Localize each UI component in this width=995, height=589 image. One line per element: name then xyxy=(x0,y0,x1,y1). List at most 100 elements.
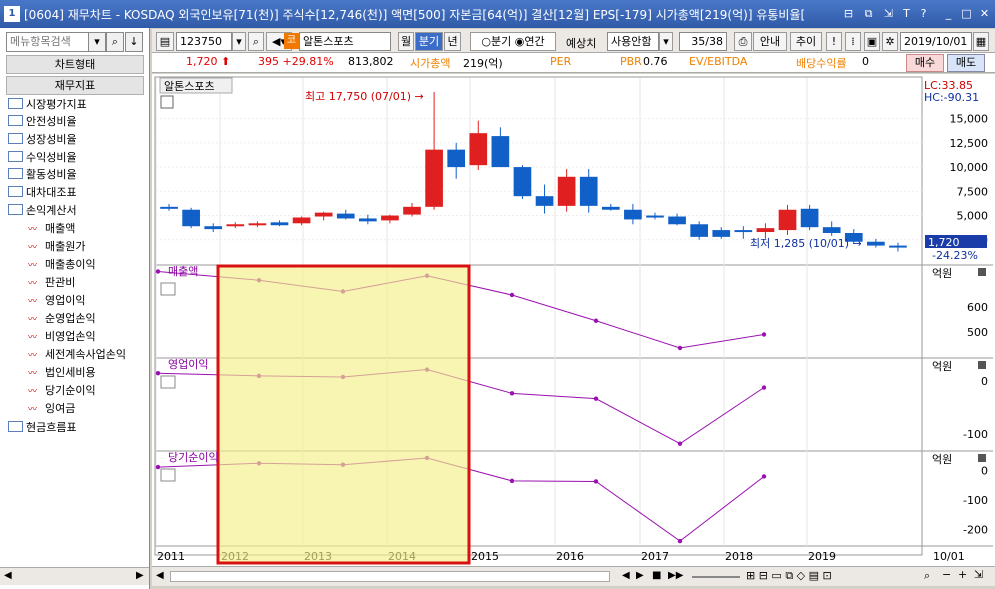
text-icon[interactable]: T xyxy=(898,6,915,22)
line-chart-icon: 〰 xyxy=(28,351,38,361)
bar-chart-icon[interactable] xyxy=(160,468,176,482)
gear-icon[interactable]: ✲ xyxy=(882,32,898,51)
chart-tools-icon[interactable]: ⊞ ⊟ ▭ ⧉ ◇ ▤ ⊡ xyxy=(746,569,832,583)
tree-leaf[interactable]: 〰 법인세비용 xyxy=(28,364,96,381)
print-icon[interactable]: ⎙ xyxy=(734,32,752,51)
forecast-select[interactable]: 사용안함 xyxy=(607,32,659,51)
chevron-down-icon[interactable]: ▾ xyxy=(88,32,106,52)
search-icon[interactable]: ⌕ xyxy=(248,32,264,51)
tree-leaf[interactable]: 〰 매출액 xyxy=(28,220,75,237)
panel-tick-label: 0 xyxy=(981,465,988,478)
period-quarter-button[interactable]: 분기 xyxy=(415,32,443,51)
panel-close-icon[interactable] xyxy=(978,361,986,369)
tree-leaf[interactable]: 〰 판관비 xyxy=(28,274,75,291)
price-tick-label: 12,500 xyxy=(950,137,989,150)
help-icon[interactable]: ? xyxy=(915,6,932,22)
folder-icon xyxy=(8,98,23,109)
tree-leaf[interactable]: 〰 매출총이익 xyxy=(28,256,96,273)
candle-body xyxy=(491,136,510,168)
tree-leaf[interactable]: 〰 영업이익 xyxy=(28,292,85,309)
mode-radio-group: ○분기 ◉연간 xyxy=(470,32,556,51)
expand-icon[interactable]: ⇲ xyxy=(880,6,897,22)
tree-leaf[interactable]: 〰 순영업손익 xyxy=(28,310,96,327)
fast-forward-icon[interactable]: ▶▶ xyxy=(668,570,683,581)
zoom-out-icon[interactable]: ⌕ xyxy=(924,569,930,583)
grip-icon[interactable]: ⁞ xyxy=(845,32,861,51)
sidebar-scrollbar[interactable]: ◀ ▶ xyxy=(0,567,149,585)
close-icon[interactable]: ✕ xyxy=(976,6,993,22)
radio-quarter[interactable]: ○분기 xyxy=(481,35,511,48)
calendar-icon[interactable]: ▦ xyxy=(973,32,989,51)
period-year-button[interactable]: 년 xyxy=(444,32,461,51)
tree-leaf[interactable]: 〰 세전계속사업손익 xyxy=(28,346,126,363)
financial-chart[interactable]: 20112012201320142015201620172018201915,0… xyxy=(152,74,995,566)
financial-index-tab[interactable]: 재무지표 xyxy=(6,76,144,95)
panel-tick-label: -200 xyxy=(963,523,988,536)
tree-leaf[interactable]: 〰 매출원가 xyxy=(28,238,85,255)
series-point xyxy=(761,474,767,479)
candle-body xyxy=(513,167,532,197)
date-input[interactable]: 2019/10/01 xyxy=(900,32,972,51)
tree-folder-open[interactable]: 손익계산서 xyxy=(8,202,77,219)
add-button[interactable]: 추이 xyxy=(790,32,822,51)
play-icon[interactable]: ▶ xyxy=(636,570,644,581)
scroll-left-icon[interactable]: ◀ xyxy=(4,570,12,581)
x-tick-label: 2019 xyxy=(808,550,836,563)
up-arrow-icon: ⬆ xyxy=(221,55,231,68)
panel-tick-label: 600 xyxy=(967,301,988,314)
tree-folder[interactable]: 활동성비율 xyxy=(8,166,77,183)
folder-icon xyxy=(8,421,23,432)
save-icon[interactable]: ▣ xyxy=(864,32,880,51)
download-icon[interactable]: ↓ xyxy=(125,32,143,52)
line-chart-icon: 〰 xyxy=(28,369,38,379)
candle-body xyxy=(182,209,200,227)
chart-type-tab[interactable]: 차트형태 xyxy=(6,55,144,74)
maximize-icon[interactable]: □ xyxy=(958,6,975,22)
scroll-right-icon[interactable]: ▶ xyxy=(136,570,144,581)
panel-close-icon[interactable] xyxy=(978,268,986,276)
copy-window-icon[interactable]: ⧉ xyxy=(860,6,877,22)
buy-button[interactable]: 매수 xyxy=(906,54,944,72)
tree-leaf[interactable]: 〰 비영업손익 xyxy=(28,328,96,345)
bar-chart-icon[interactable] xyxy=(160,375,176,389)
alert-button[interactable]: ! xyxy=(826,32,842,51)
plus-icon[interactable]: + xyxy=(958,568,967,581)
zoom-slider[interactable] xyxy=(692,576,740,578)
line-chart-icon: 〰 xyxy=(28,243,38,253)
tree-folder[interactable]: 시장평가지표 xyxy=(8,96,87,113)
guide-button[interactable]: 안내 xyxy=(753,32,787,51)
minimize-icon[interactable]: _ xyxy=(940,6,957,22)
horizontal-scrollbar-track[interactable] xyxy=(170,571,610,582)
page-counter[interactable]: 35/38 xyxy=(679,32,727,51)
tree-folder[interactable]: 수익성비율 xyxy=(8,149,77,166)
tree-folder[interactable]: 현금흐름표 xyxy=(8,419,77,436)
stop-icon[interactable]: ■ xyxy=(652,570,661,581)
panel-close-icon[interactable] xyxy=(978,454,986,462)
grid-toggle-icon[interactable] xyxy=(160,95,174,109)
tree-folder[interactable]: 대차대조표 xyxy=(8,184,77,201)
resize-icon[interactable]: ⇲ xyxy=(974,568,983,581)
tree-folder[interactable]: 안전성비율 xyxy=(8,113,77,130)
scroll-left-icon[interactable]: ◀ xyxy=(156,570,164,581)
bar-chart-icon[interactable] xyxy=(160,282,176,296)
stock-code-input[interactable]: 123750 xyxy=(176,32,232,51)
period-month-button[interactable]: 월 xyxy=(398,32,414,51)
tree-leaf[interactable]: 〰 당기순이익 xyxy=(28,382,96,399)
search-icon[interactable]: ⌕ xyxy=(106,32,124,52)
sell-button[interactable]: 매도 xyxy=(947,54,985,72)
radio-annual[interactable]: ◉연간 xyxy=(515,35,545,48)
price-tick-label: 5,000 xyxy=(957,210,989,223)
minus-icon[interactable]: − xyxy=(942,568,951,581)
forecast-dropdown-icon[interactable]: ▾ xyxy=(659,32,673,51)
list-icon[interactable]: ▤ xyxy=(156,32,174,51)
step-back-icon[interactable]: ◀ xyxy=(622,570,630,581)
link-icon[interactable]: ⊟ xyxy=(840,6,857,22)
tree-folder[interactable]: 성장성비율 xyxy=(8,131,77,148)
stock-name-field[interactable]: 알톤스포츠 xyxy=(299,32,391,51)
window-title: [0604] 재무차트 - KOSDAQ 외국인보유[71(천)] 주식수[12… xyxy=(24,8,806,22)
candle-body xyxy=(381,215,399,221)
code-dropdown-icon[interactable]: ▾ xyxy=(232,32,246,51)
dividend-label: 배당수익률 xyxy=(796,57,847,70)
x-tick-label: 2018 xyxy=(725,550,753,563)
tree-leaf[interactable]: 〰 잉여금 xyxy=(28,400,75,417)
